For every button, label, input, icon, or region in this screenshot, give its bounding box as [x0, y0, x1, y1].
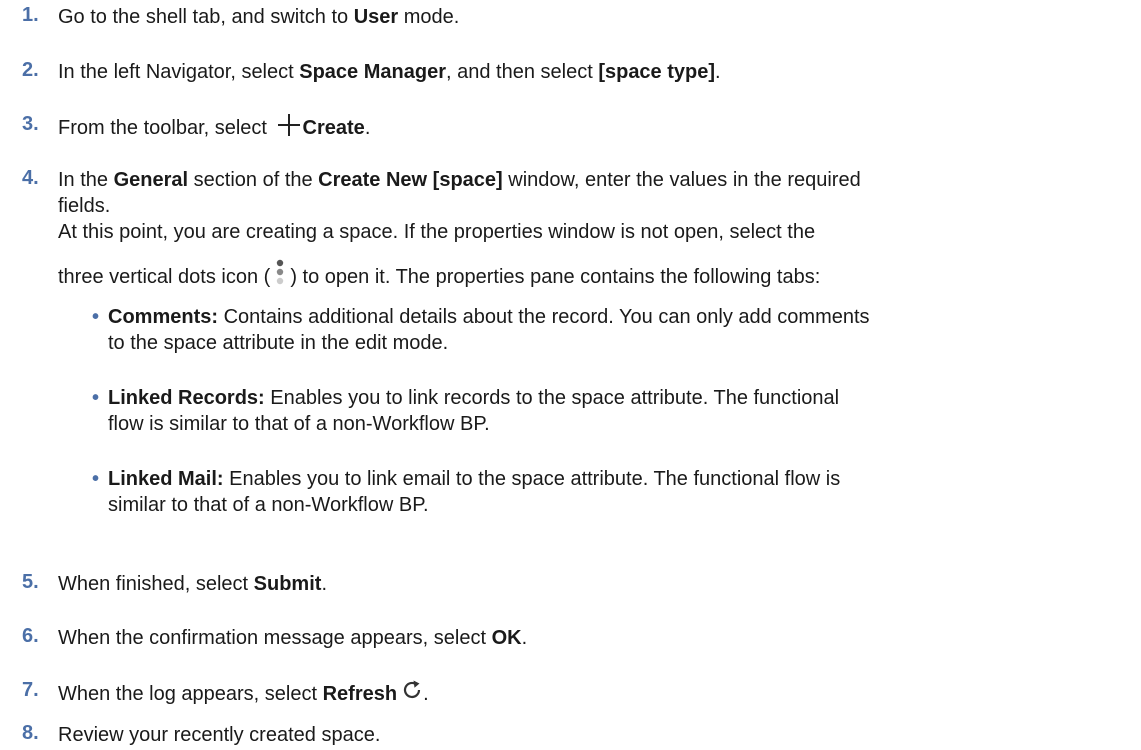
step-text: When finished, select Submit. [58, 571, 1128, 597]
text-run: When the log appears, select [58, 683, 323, 705]
ui-term: Comments: [108, 306, 219, 328]
text-run: In the [58, 169, 114, 191]
step-number: 5. [22, 571, 39, 593]
text-run: window, enter the values in the required [502, 169, 861, 191]
ui-term: OK [491, 627, 522, 649]
ui-term: Refresh [322, 683, 398, 705]
text-run: . [423, 683, 429, 705]
ui-term: Create New [space] [318, 169, 503, 191]
step-text: From the toolbar, select Create. [58, 113, 1128, 141]
text-run: . [715, 61, 721, 83]
text-run: When finished, select [58, 573, 254, 595]
text-line: At this point, you are creating a space.… [58, 221, 816, 243]
text-run: three vertical dots icon ( [58, 266, 271, 288]
ui-term: Create [302, 117, 365, 139]
text-line: In the General section of the Create New… [58, 167, 861, 193]
step-number: 1. [22, 4, 39, 26]
ui-term: Linked Records: [108, 387, 265, 409]
text-run: Contains additional details about the re… [218, 306, 870, 328]
list-item-text: Linked Records: Enables you to link reco… [108, 385, 1118, 437]
text-run: section of the [188, 169, 319, 191]
text-run: From the toolbar, select [58, 117, 273, 139]
step-number: 8. [22, 722, 39, 744]
step-text: In the left Navigator, select Space Mana… [58, 59, 1128, 85]
text-run: ) to open it. The properties pane contai… [290, 266, 821, 288]
text-run: In the left Navigator, select [58, 61, 300, 83]
refresh-icon [404, 680, 421, 699]
list-item-text: Comments: Contains additional details ab… [108, 304, 1118, 356]
list-item-text: Linked Mail: Enables you to link email t… [108, 466, 1118, 518]
step-text: When the log appears, select Refresh. [58, 679, 1128, 707]
text-run: . [321, 573, 327, 595]
text-line: fields. [58, 195, 111, 217]
text-run: Enables you to link records to the space… [264, 387, 840, 409]
text-line: similar to that of a non-Workflow BP. [108, 494, 429, 516]
ui-term: General [113, 169, 189, 191]
step-text: When the confirmation message appears, s… [58, 625, 1128, 651]
text-run: Review your recently created space. [58, 724, 381, 746]
ui-term: User [353, 6, 399, 28]
text-run: Go to the shell tab, and switch to [58, 6, 354, 28]
step-number: 4. [22, 167, 39, 189]
step-number: 7. [22, 679, 39, 701]
text-line: to the space attribute in the edit mode. [108, 332, 449, 354]
bullet-icon: • [92, 306, 100, 328]
text-run: Enables you to link email to the space a… [223, 468, 841, 490]
text-run: . [364, 117, 371, 139]
text-run: , and then select [445, 61, 599, 83]
step-text: Review your recently created space. [58, 722, 1128, 748]
bullet-icon: • [92, 387, 100, 409]
step-number: 3. [22, 113, 39, 135]
ui-term: Linked Mail: [108, 468, 224, 490]
ui-term: Submit [253, 573, 322, 595]
step-text: Go to the shell tab, and switch to User … [58, 4, 1128, 30]
vertical-dots-icon [277, 259, 284, 285]
plus-icon [277, 113, 301, 137]
text-line: flow is similar to that of a non-Workflo… [108, 413, 490, 435]
text-run: . [521, 627, 528, 649]
text-run: mode. [398, 6, 460, 28]
text-line: three vertical dots icon ( ) to open it. … [58, 257, 820, 290]
ui-term: [space type] [598, 61, 716, 83]
text-run: When the confirmation message appears, s… [58, 627, 492, 649]
step-number: 2. [22, 59, 39, 81]
document: 1. Go to the shell tab, and switch to Us… [0, 0, 1141, 750]
step-number: 6. [22, 625, 39, 647]
bullet-icon: • [92, 468, 100, 490]
ui-term: Space Manager [299, 61, 446, 83]
